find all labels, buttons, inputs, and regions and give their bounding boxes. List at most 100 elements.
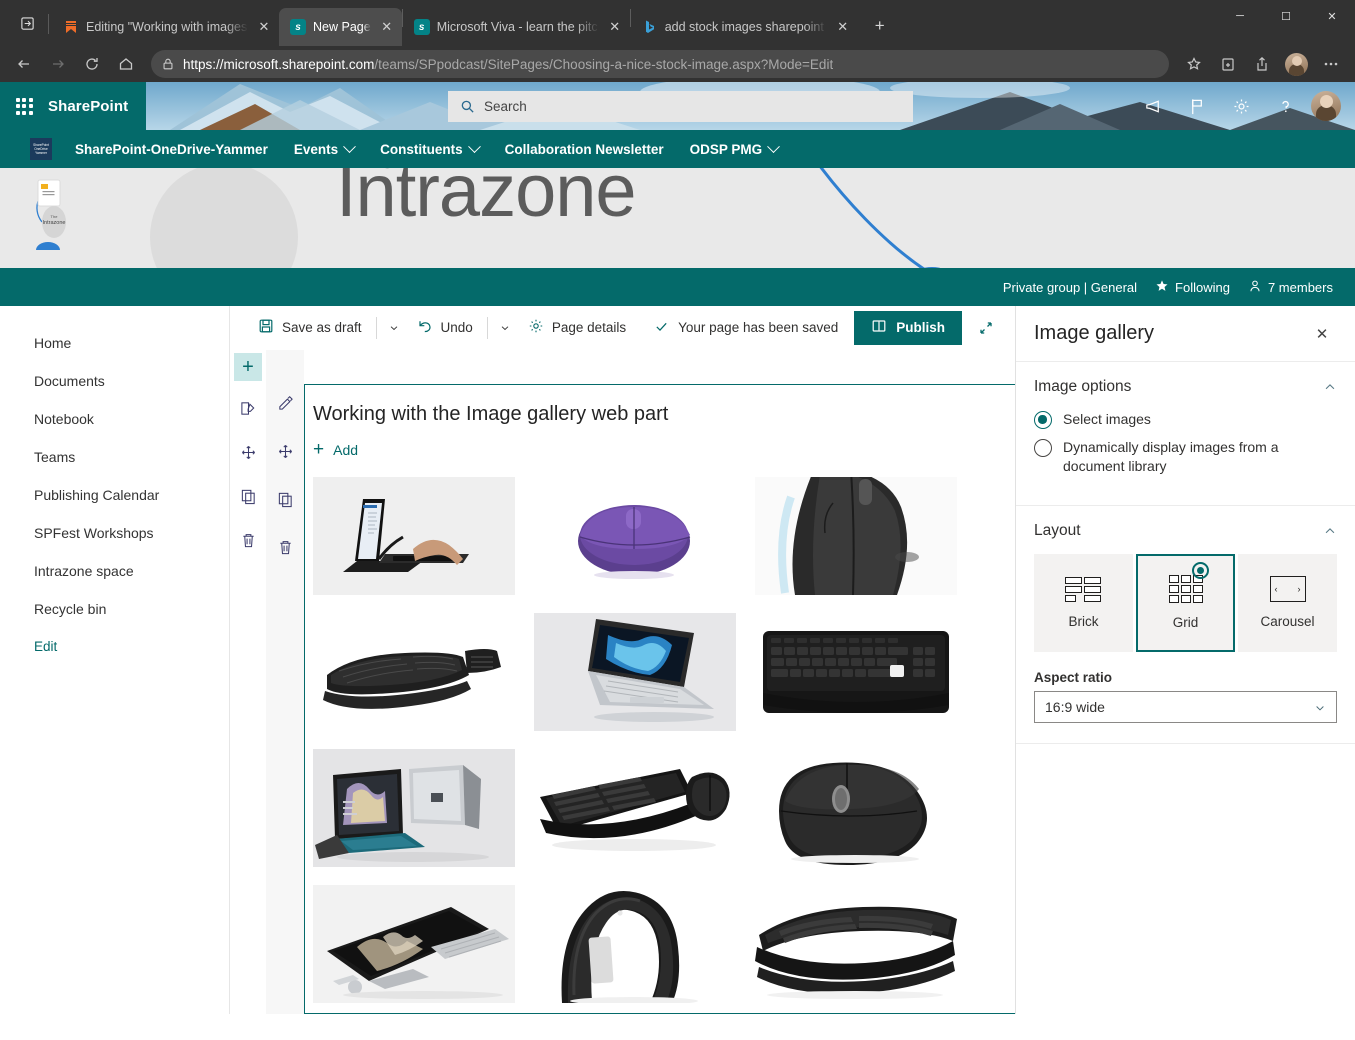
- close-window-button[interactable]: ✕: [1309, 0, 1355, 32]
- chevron-up-icon[interactable]: [1323, 524, 1337, 538]
- members-button[interactable]: 7 members: [1248, 279, 1333, 296]
- layout-option-grid[interactable]: Grid: [1136, 554, 1235, 652]
- radio-label: Select images: [1063, 410, 1151, 429]
- favorite-icon[interactable]: [1178, 49, 1210, 79]
- save-as-draft-button[interactable]: Save as draft: [248, 312, 372, 344]
- undo-button[interactable]: Undo: [407, 312, 483, 344]
- sidebar-item-documents[interactable]: Documents: [0, 362, 229, 400]
- search-input[interactable]: Search: [448, 91, 913, 122]
- aspect-ratio-select[interactable]: 16:9 wide: [1034, 691, 1337, 723]
- move-webpart-icon[interactable]: [270, 436, 300, 466]
- bookmark-icon: [63, 19, 79, 35]
- tab-strip: Editing "Working with images th ✕ s New …: [0, 0, 1355, 46]
- sitenav-item-sharepoint-onedrive-yammer[interactable]: SharePoint-OneDrive-Yammer: [62, 130, 281, 168]
- gallery-image[interactable]: [755, 749, 957, 867]
- sharepoint-suite-bar: SharePoint Search: [0, 82, 1355, 130]
- close-icon[interactable]: ✕: [255, 18, 273, 36]
- browser-tab[interactable]: Editing "Working with images th ✕: [52, 8, 279, 46]
- save-icon: [258, 318, 274, 337]
- gallery-image[interactable]: [534, 885, 736, 1003]
- radio-button[interactable]: [1034, 439, 1052, 457]
- home-icon[interactable]: [110, 49, 142, 79]
- layout-option-carousel[interactable]: ‹› Carousel: [1238, 554, 1337, 652]
- browser-tab-active[interactable]: s New Page ✕: [279, 8, 402, 46]
- gallery-image[interactable]: [755, 613, 957, 731]
- save-options-chevron-down-icon[interactable]: [381, 312, 407, 344]
- gallery-image[interactable]: [755, 885, 957, 1003]
- edit-section-icon[interactable]: [233, 393, 263, 423]
- image-options-header[interactable]: Image options: [1034, 378, 1337, 396]
- gallery-image[interactable]: [313, 613, 515, 731]
- sitenav-item-events[interactable]: Events: [281, 130, 367, 168]
- gallery-image[interactable]: [313, 477, 515, 595]
- close-icon[interactable]: ✕: [1307, 319, 1337, 349]
- new-tab-button[interactable]: +: [866, 12, 894, 40]
- tab-actions-menu-icon[interactable]: [12, 8, 42, 38]
- megaphone-icon[interactable]: [1131, 82, 1175, 130]
- chevron-up-icon[interactable]: [1323, 380, 1337, 394]
- app-launcher-icon[interactable]: [0, 82, 48, 130]
- sidebar-item-notebook[interactable]: Notebook: [0, 400, 229, 438]
- duplicate-section-icon[interactable]: [233, 481, 263, 511]
- minimize-button[interactable]: ─: [1217, 0, 1263, 32]
- sidebar-item-intrazone-space[interactable]: Intrazone space: [0, 552, 229, 590]
- gallery-image[interactable]: [313, 885, 515, 1003]
- forward-icon[interactable]: [42, 49, 74, 79]
- gallery-image[interactable]: [534, 749, 736, 867]
- radio-select-images[interactable]: Select images: [1034, 410, 1337, 429]
- sitenav-item-constituents[interactable]: Constituents: [367, 130, 492, 168]
- sidebar-edit-link[interactable]: Edit: [0, 628, 229, 665]
- sidebar-item-home[interactable]: Home: [0, 324, 229, 362]
- radio-dynamic-library[interactable]: Dynamically display images from a docume…: [1034, 438, 1337, 476]
- share-icon[interactable]: [1246, 49, 1278, 79]
- sitenav-item-collaboration-newsletter[interactable]: Collaboration Newsletter: [492, 130, 677, 168]
- close-icon[interactable]: ✕: [378, 18, 396, 36]
- sidebar-item-recycle-bin[interactable]: Recycle bin: [0, 590, 229, 628]
- help-icon[interactable]: [1263, 82, 1307, 130]
- gallery-image[interactable]: [313, 749, 515, 867]
- browser-tab[interactable]: s Microsoft Viva - learn the pitch a ✕: [403, 8, 630, 46]
- close-icon[interactable]: ✕: [606, 18, 624, 36]
- refresh-icon[interactable]: [76, 49, 108, 79]
- sidebar-item-publishing-calendar[interactable]: Publishing Calendar: [0, 476, 229, 514]
- collections-icon[interactable]: [1212, 49, 1244, 79]
- expand-icon[interactable]: [966, 311, 1006, 345]
- sidebar-item-teams[interactable]: Teams: [0, 438, 229, 476]
- profile-avatar[interactable]: [1285, 53, 1308, 76]
- radio-button[interactable]: [1034, 411, 1052, 429]
- duplicate-webpart-icon[interactable]: [270, 484, 300, 514]
- following-button[interactable]: Following: [1155, 279, 1230, 296]
- publish-button[interactable]: Publish: [854, 311, 962, 345]
- browser-tab[interactable]: add stock images sharepoint offi ✕: [631, 8, 858, 46]
- left-navigation: Home Documents Notebook Teams Publishing…: [0, 306, 230, 1014]
- delete-webpart-icon[interactable]: [270, 532, 300, 562]
- delete-section-icon[interactable]: [233, 525, 263, 555]
- lock-icon: [161, 57, 175, 71]
- user-avatar[interactable]: [1311, 91, 1341, 121]
- undo-options-chevron-down-icon[interactable]: [492, 312, 518, 344]
- page-details-button[interactable]: Page details: [518, 312, 636, 344]
- black-mouse-image: [755, 749, 957, 867]
- back-icon[interactable]: [8, 49, 40, 79]
- edit-webpart-icon[interactable]: [270, 388, 300, 418]
- chevron-down-icon[interactable]: [1314, 701, 1326, 713]
- more-icon[interactable]: [1315, 49, 1347, 79]
- move-section-icon[interactable]: [233, 437, 263, 467]
- gear-icon[interactable]: [1219, 82, 1263, 130]
- address-bar[interactable]: https://microsoft.sharepoint.com/teams/S…: [151, 50, 1169, 78]
- flag-icon[interactable]: [1175, 82, 1219, 130]
- sidebar-item-spfest-workshops[interactable]: SPFest Workshops: [0, 514, 229, 552]
- suite-brand-label[interactable]: SharePoint: [48, 98, 128, 115]
- sitenav-item-odsp-pmg[interactable]: ODSP PMG: [677, 130, 792, 168]
- gear-icon: [528, 318, 544, 337]
- brick-layout-icon: [1065, 577, 1101, 602]
- add-section-button[interactable]: +: [234, 353, 262, 381]
- gallery-image[interactable]: [534, 613, 736, 731]
- gallery-image[interactable]: [755, 477, 957, 595]
- site-logo-icon[interactable]: SharePointOneDriveYammer: [30, 138, 52, 160]
- layout-option-brick[interactable]: Brick: [1034, 554, 1133, 652]
- gallery-image[interactable]: [534, 477, 736, 595]
- maximize-button[interactable]: ☐: [1263, 0, 1309, 32]
- close-icon[interactable]: ✕: [834, 18, 852, 36]
- layout-header[interactable]: Layout: [1034, 522, 1337, 540]
